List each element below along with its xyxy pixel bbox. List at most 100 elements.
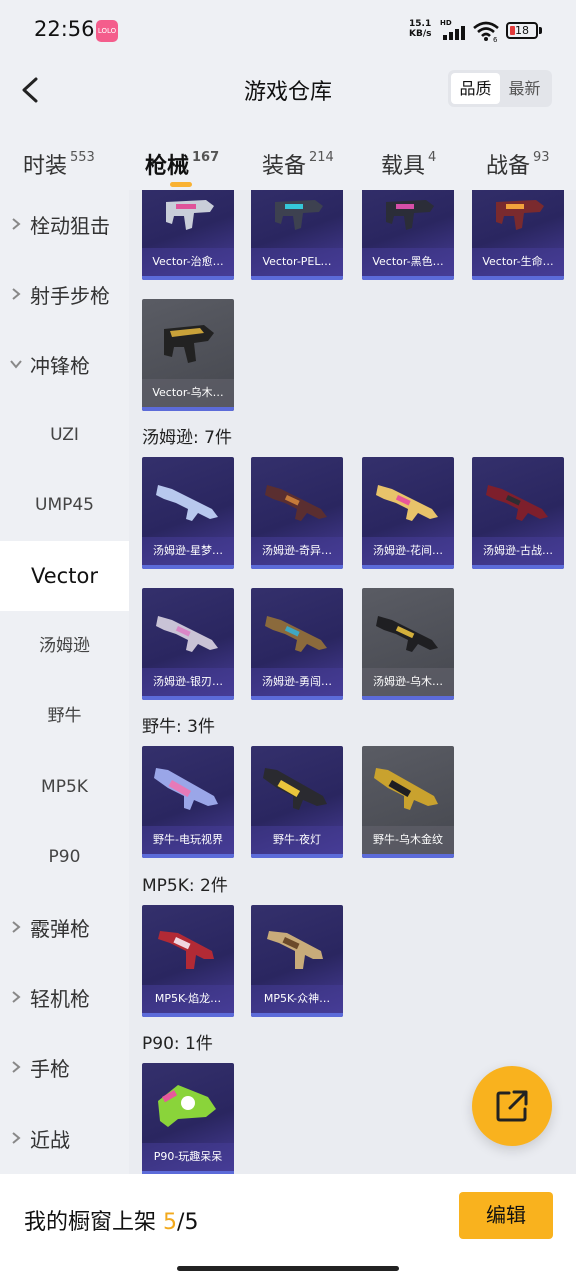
sidebar-item-label: 栓动狙击 <box>30 214 110 238</box>
sidebar-sub-thompson[interactable]: 汤姆逊 <box>0 611 129 681</box>
group-label-p90: P90: 1件 <box>142 1034 213 1054</box>
sidebar-item-dmr[interactable]: 射手步枪 <box>0 260 129 330</box>
showcase-total-count: 5 <box>184 1210 199 1235</box>
thompson-gun-icon <box>376 616 438 652</box>
sidebar-sub-bizon[interactable]: 野牛 <box>0 681 129 751</box>
sidebar-sub-ump45[interactable]: UMP45 <box>0 470 129 540</box>
skin-card[interactable]: 汤姆逊-星梦… <box>142 457 234 569</box>
sidebar-sub-mp5k[interactable]: MP5K <box>0 752 129 822</box>
tab-fashion[interactable]: 时装 553 <box>23 148 95 180</box>
skin-card[interactable]: Vector-PEL… <box>251 190 343 280</box>
network-speed: 15.1 KB/s <box>409 19 431 39</box>
sidebar-item-label: 霰弹枪 <box>30 917 90 941</box>
sidebar-item-melee[interactable]: 近战 <box>0 1104 129 1174</box>
sidebar-item-label: 射手步枪 <box>30 284 110 308</box>
tab-vehicles[interactable]: 载具 4 <box>381 148 436 180</box>
thompson-gun-icon <box>265 485 327 521</box>
skin-card[interactable]: MP5K-焰龙… <box>142 905 234 1017</box>
skin-card[interactable]: MP5K-众神… <box>251 905 343 1017</box>
thompson-gun-icon <box>156 485 218 521</box>
skin-name: Vector-黑色… <box>362 248 454 276</box>
tab-equipment[interactable]: 装备 214 <box>262 148 334 180</box>
skin-name: P90-玩趣呆呆 <box>142 1143 234 1171</box>
rarity-bar <box>472 565 564 569</box>
skin-card[interactable]: Vector-治愈… <box>142 190 234 280</box>
edit-button[interactable]: 编辑 <box>459 1192 553 1239</box>
chevron-right-icon <box>12 921 21 933</box>
skin-card[interactable]: Vector-黑色… <box>362 190 454 280</box>
sidebar-sub-vector[interactable]: Vector <box>0 541 129 611</box>
rarity-bar <box>142 276 234 280</box>
skin-card[interactable]: 汤姆逊-银刃… <box>142 588 234 700</box>
sidebar-item-pistol[interactable]: 手枪 <box>0 1033 129 1103</box>
vector-gun-icon <box>386 200 434 230</box>
skin-card[interactable]: 汤姆逊-花间… <box>362 457 454 569</box>
rarity-bar <box>142 854 234 858</box>
p90-gun-icon <box>158 1085 216 1127</box>
chevron-right-icon <box>12 288 21 300</box>
app-notification-icon: LOLO <box>96 20 118 42</box>
group-label-mp5k: MP5K: 2件 <box>142 876 228 896</box>
home-indicator[interactable] <box>177 1266 399 1271</box>
skin-name: MP5K-众神… <box>251 985 343 1013</box>
network-speed-unit: KB/s <box>409 29 432 39</box>
thompson-gun-icon <box>376 485 438 521</box>
sidebar-item-label: 手枪 <box>30 1057 70 1081</box>
skin-card[interactable]: 汤姆逊-勇闯… <box>251 588 343 700</box>
rarity-bar <box>251 854 343 858</box>
skin-name: 野牛-夜灯 <box>251 826 343 854</box>
skin-card[interactable]: 野牛-夜灯 <box>251 746 343 858</box>
mp5k-gun-icon <box>158 931 214 969</box>
chevron-down-icon <box>10 360 22 369</box>
skin-name: 野牛-电玩视界 <box>142 826 234 854</box>
skin-card[interactable]: Vector-生命… <box>472 190 564 280</box>
showcase-label: 我的橱窗上架 <box>24 1210 157 1235</box>
skin-card[interactable]: 汤姆逊-奇异… <box>251 457 343 569</box>
sidebar-item-shotgun[interactable]: 霰弹枪 <box>0 893 129 963</box>
category-tabs: 时装 553 枪械 167 装备 214 载具 4 战备 93 <box>0 138 576 190</box>
skin-name: MP5K-焰龙… <box>142 985 234 1013</box>
sidebar-item-lmg[interactable]: 轻机枪 <box>0 963 129 1033</box>
sidebar-item-smg[interactable]: 冲锋枪 <box>0 330 129 400</box>
signal-icon <box>443 26 467 40</box>
skin-card[interactable]: 野牛-乌木金纹 <box>362 746 454 858</box>
skin-card[interactable]: P90-玩趣呆呆 <box>142 1063 234 1174</box>
vector-gun-icon <box>275 200 323 230</box>
chevron-right-icon <box>12 1061 21 1073</box>
bizon-gun-icon <box>263 768 327 810</box>
rarity-bar <box>142 696 234 700</box>
skin-card[interactable]: 野牛-电玩视界 <box>142 746 234 858</box>
share-button[interactable] <box>472 1066 552 1146</box>
thompson-gun-icon <box>156 616 218 652</box>
skin-card[interactable]: 汤姆逊-古战… <box>472 457 564 569</box>
top-nav: 游戏仓库 品质 最新 <box>0 60 576 120</box>
sort-latest[interactable]: 最新 <box>500 73 549 104</box>
vector-gun-icon <box>166 200 214 230</box>
sidebar-sub-p90[interactable]: P90 <box>0 822 129 892</box>
tab-supplies[interactable]: 战备 93 <box>486 148 550 180</box>
sidebar-item-label: 轻机枪 <box>30 987 90 1011</box>
skin-card[interactable]: Vector-乌木… <box>142 299 234 411</box>
skin-name: 野牛-乌木金纹 <box>362 826 454 854</box>
skin-name: 汤姆逊-银刃… <box>142 668 234 696</box>
rarity-bar <box>362 854 454 858</box>
showcase-bar: 我的橱窗上架 5/5 编辑 <box>0 1174 576 1280</box>
sidebar-item-bolt-sniper[interactable]: 栓动狙击 <box>0 190 129 260</box>
skin-name: Vector-生命… <box>472 248 564 276</box>
tab-guns[interactable]: 枪械 167 <box>145 148 219 180</box>
skin-name: Vector-PEL… <box>251 248 343 276</box>
svg-text:6: 6 <box>493 36 498 42</box>
thompson-gun-icon <box>486 485 548 521</box>
chevron-right-icon <box>12 1132 21 1144</box>
skin-card[interactable]: 汤姆逊-乌木… <box>362 588 454 700</box>
rarity-bar <box>142 407 234 411</box>
sidebar-sub-uzi[interactable]: UZI <box>0 400 129 470</box>
sort-quality[interactable]: 品质 <box>451 73 500 104</box>
chevron-right-icon <box>12 218 21 230</box>
skin-name: 汤姆逊-古战… <box>472 537 564 565</box>
rarity-bar <box>251 276 343 280</box>
skin-name: 汤姆逊-乌木… <box>362 668 454 696</box>
rarity-bar <box>142 1013 234 1017</box>
rarity-bar <box>362 276 454 280</box>
rarity-bar <box>251 565 343 569</box>
